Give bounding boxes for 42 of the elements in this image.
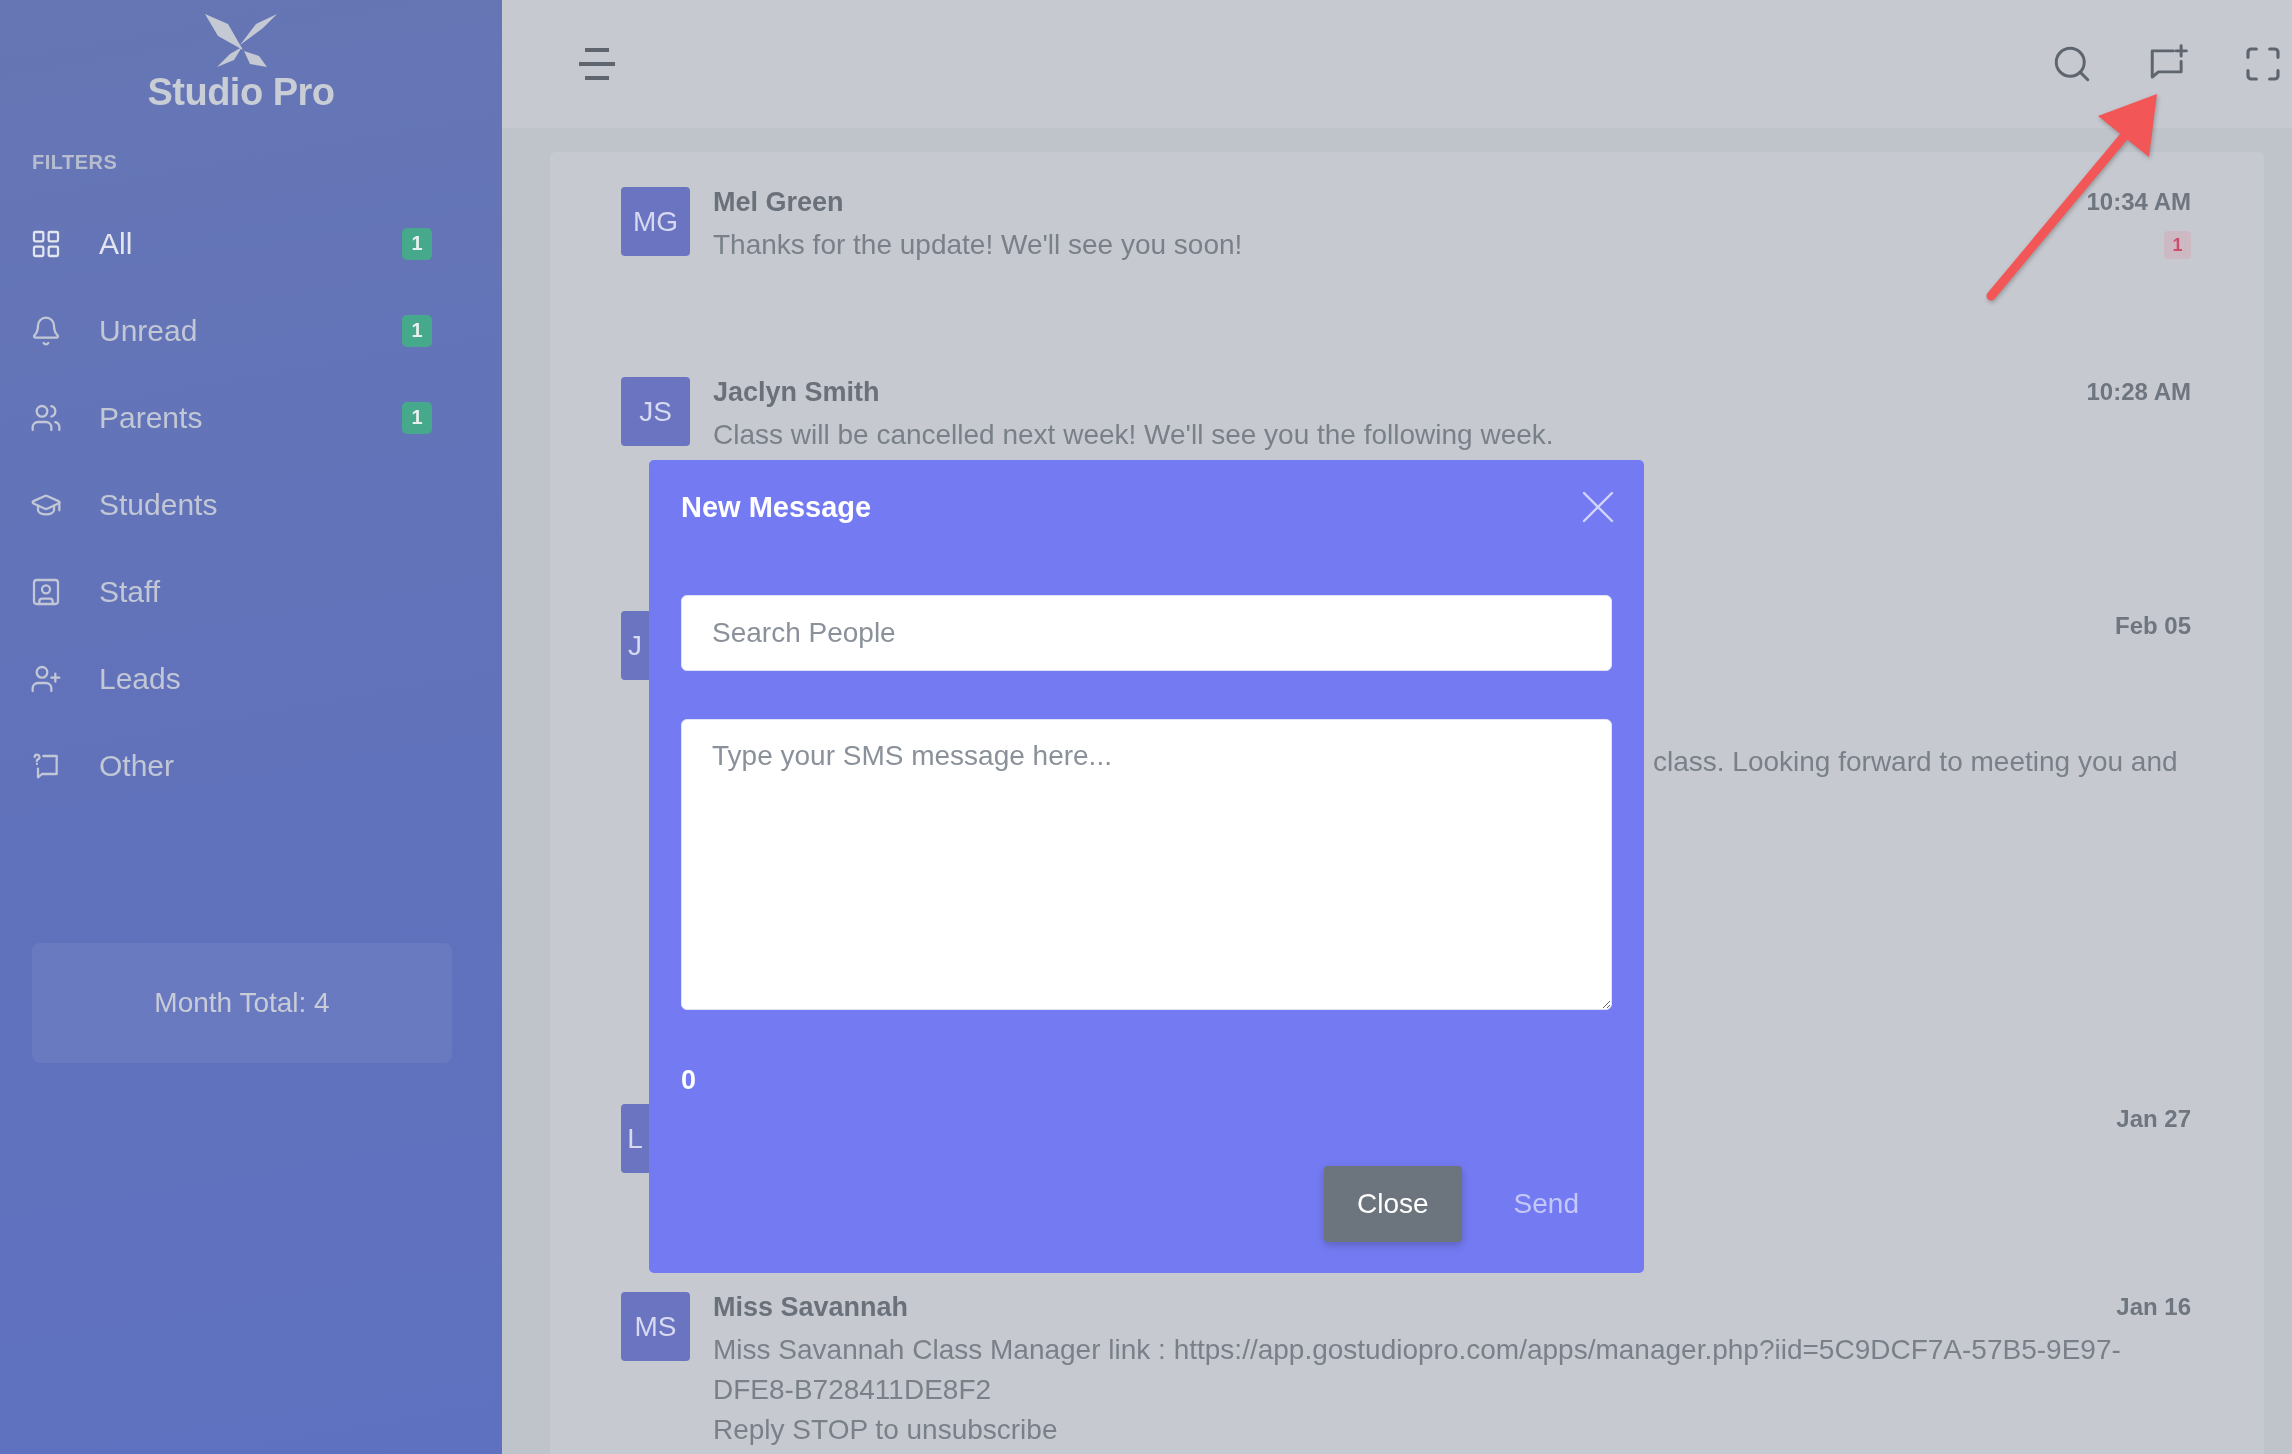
dialog-title: New Message <box>681 490 872 524</box>
message-field[interactable]: Type your SMS message here... <box>681 719 1612 1010</box>
message-preview: class. Looking forward to meeting you and <box>1653 745 2178 779</box>
message-time: Jan 16 <box>2116 1292 2191 1322</box>
avatar: MG <box>621 187 690 256</box>
send-button[interactable]: Send <box>1480 1166 1612 1242</box>
message-time: 10:34 AM <box>2086 187 2191 217</box>
contact-name: Mel Green <box>713 187 844 217</box>
filter-item[interactable]: Unread 1 <box>0 287 502 374</box>
bell-icon <box>30 314 62 347</box>
fullscreen-icon[interactable] <box>2243 44 2283 84</box>
avatar: J <box>621 611 649 680</box>
search-field[interactable]: Search People <box>681 595 1612 671</box>
section-title: FILTERS <box>32 150 118 174</box>
count-badge: 1 <box>402 314 432 347</box>
message-preview: Class will be cancelled next week! We'll see you the following week. <box>713 418 1554 452</box>
menu-icon[interactable] <box>578 48 616 80</box>
month-total: Month Total: 4 <box>32 943 452 1063</box>
message-time: Jan 27 <box>2116 1104 2191 1134</box>
contact-name: Jaclyn Smith <box>713 377 880 407</box>
filter-item[interactable]: Students <box>0 461 502 548</box>
logo-text: Studio Pro <box>147 70 335 114</box>
filter-item[interactable]: Other <box>0 722 502 809</box>
message-time: 10:28 AM <box>2086 377 2191 407</box>
count-badge: 1 <box>402 401 432 434</box>
filter-item[interactable]: Leads <box>0 635 502 722</box>
avatar: L <box>621 1104 649 1173</box>
character-count: 0 <box>681 1064 697 1096</box>
message-preview: Thanks for the update! We'll see you soon! <box>713 228 1243 262</box>
close-button[interactable]: Close <box>1324 1166 1462 1242</box>
message-preview: Miss Savannah Class Manager link : https://app.gostudiopro.com/apps/manager.php?iid=5C9DCF7A-57B5-9E97-DFE8-B728411DE8F2 Reply STOP to unsubscribe <box>713 1333 2122 1447</box>
filter-item[interactable]: All 1 <box>0 200 502 287</box>
filter-item[interactable]: Parents 1 <box>0 374 502 461</box>
message-time: Feb 05 <box>2114 611 2191 641</box>
contact-name: Miss Savannah <box>713 1292 909 1322</box>
unread-count: 1 <box>2164 231 2191 259</box>
count-badge: 1 <box>402 227 432 260</box>
filter-item[interactable]: Staff <box>0 548 502 635</box>
avatar: MS <box>621 1292 690 1361</box>
avatar: JS <box>621 377 690 446</box>
close-icon[interactable] <box>1582 491 1614 523</box>
logo-icon <box>203 12 279 68</box>
